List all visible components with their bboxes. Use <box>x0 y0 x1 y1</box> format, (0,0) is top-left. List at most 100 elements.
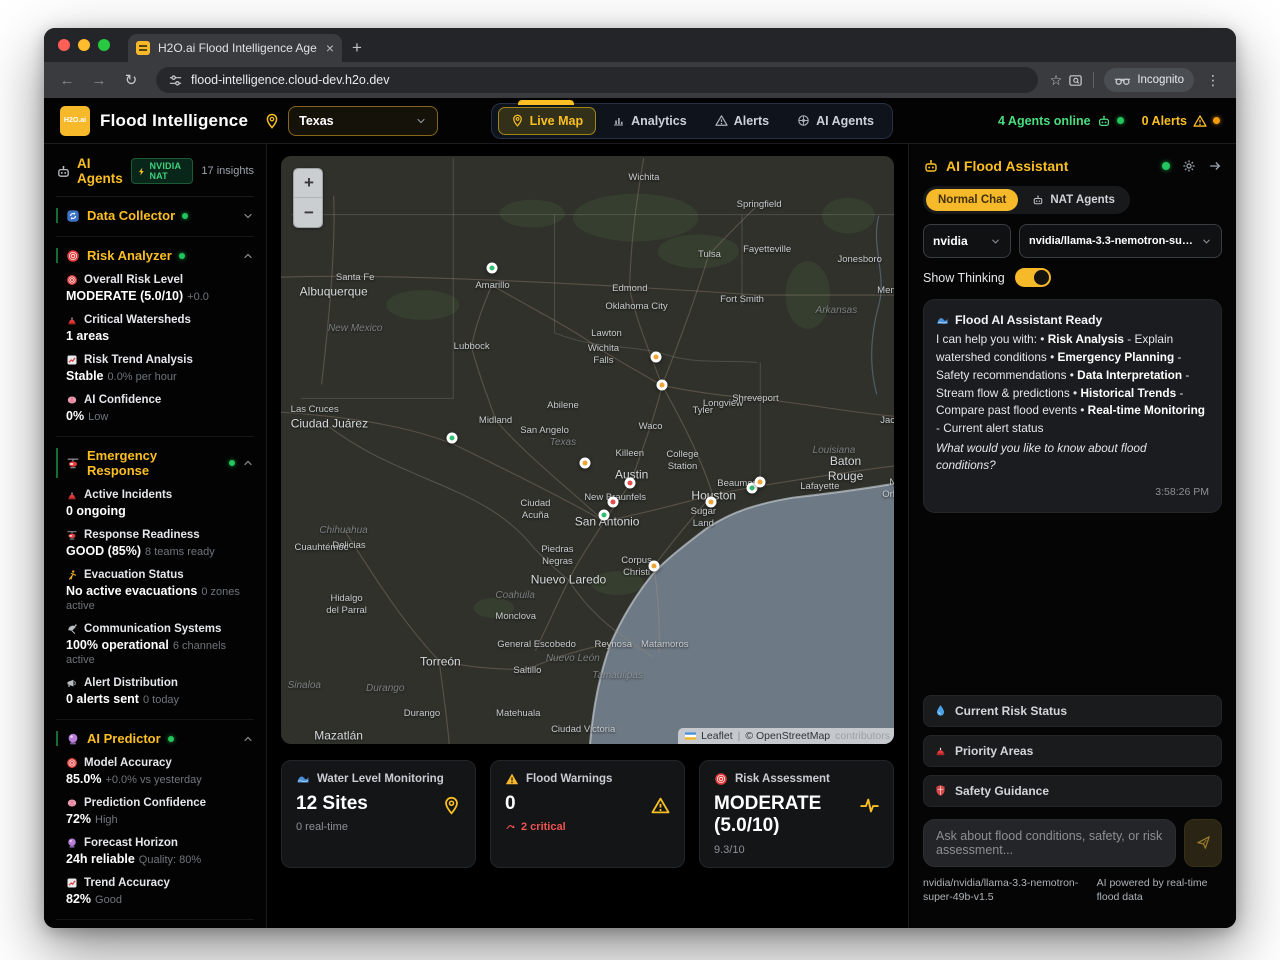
region-select[interactable]: Texas <box>288 106 438 136</box>
metric-value: 72% <box>66 812 91 826</box>
tab-close-icon[interactable]: × <box>326 41 334 55</box>
accordion-label: Current Risk Status <box>955 704 1067 718</box>
map-marker-orange[interactable] <box>648 561 659 572</box>
metric-label: Alert Distribution <box>84 677 178 689</box>
zoom-in-button[interactable]: + <box>294 169 323 198</box>
chevron-down-icon <box>990 236 1001 247</box>
agent-sections: Data CollectorRisk AnalyzerOverall Risk … <box>56 197 254 920</box>
agent-section-header[interactable]: Risk Analyzer <box>56 248 254 263</box>
show-thinking-row: Show Thinking <box>923 268 1222 287</box>
agent-section-header[interactable]: Data Collector <box>56 208 254 223</box>
agents-online-label: 4 Agents online <box>998 114 1091 128</box>
agent-metric: Model Accuracy85.0%+0.0% vs yesterday <box>66 757 254 786</box>
url-text: flood-intelligence.cloud-dev.h2o.dev <box>191 73 390 87</box>
metric-value: GOOD (85%) <box>66 544 141 558</box>
agent-section-ai-predictor: AI Predictor Model Accuracy85.0%+0.0% vs … <box>56 720 254 920</box>
chat-input[interactable] <box>923 819 1176 867</box>
metric-subtext: Quality: 80% <box>139 854 201 866</box>
chat-mode-tabs: Normal Chat NAT Agents <box>923 186 1130 214</box>
map-marker-green[interactable] <box>447 433 458 444</box>
agent-section-header[interactable]: AI Predictor <box>56 731 254 746</box>
metric-label: AI Confidence <box>84 394 161 406</box>
agent-metric: Response ReadinessGOOD (85%)8 teams read… <box>66 529 254 558</box>
new-tab-button[interactable]: + <box>352 38 362 58</box>
metric-subtext: +0.0 <box>187 291 209 303</box>
live-map[interactable]: WichitaSpringfieldTulsaFayettevilleJones… <box>281 156 894 744</box>
risk-assessment-card: Risk Assessment MODERATE (5.0/10) 9.3/10 <box>699 760 894 868</box>
search-tabs-icon[interactable] <box>1068 73 1083 88</box>
zoom-out-button[interactable]: − <box>294 198 323 227</box>
wave-icon <box>296 772 310 786</box>
trend-icon <box>505 821 517 833</box>
metric-value: 100% operational <box>66 638 169 652</box>
send-button[interactable] <box>1184 819 1222 867</box>
accordion-safety-guidance[interactable]: Safety Guidance <box>923 775 1222 807</box>
tab-ai-agents[interactable]: AI Agents <box>785 108 886 134</box>
reload-icon[interactable]: ↻ <box>118 71 144 89</box>
provider-value: nvidia <box>933 234 968 248</box>
accordion-label: Safety Guidance <box>955 784 1049 798</box>
provider-select[interactable]: nvidia <box>923 224 1011 258</box>
incognito-glasses-icon <box>1114 75 1131 86</box>
bar-chart-icon <box>612 114 625 127</box>
tab-nat-agents[interactable]: NAT Agents <box>1020 189 1127 211</box>
map-marker-orange[interactable] <box>656 380 667 391</box>
show-thinking-toggle[interactable] <box>1015 268 1051 287</box>
location-pin-icon <box>264 113 280 129</box>
accordion-current-risk-status[interactable]: Current Risk Status <box>923 695 1222 727</box>
map-marker-green[interactable] <box>487 263 498 274</box>
pulse-icon <box>860 796 879 815</box>
crystal-icon <box>66 837 78 849</box>
browser-tab[interactable]: H2O.ai Flood Intelligence Age × <box>128 34 342 62</box>
map-marker-red[interactable] <box>625 477 636 488</box>
bookmark-star-icon[interactable]: ☆ <box>1050 72 1063 89</box>
water-level-card: Water Level Monitoring 12 Sites 0 real-t… <box>281 760 476 868</box>
map-marker-orange[interactable] <box>705 496 716 507</box>
map-marker-red[interactable] <box>608 496 619 507</box>
tab-live-map[interactable]: Live Map <box>498 107 597 135</box>
tab-alerts[interactable]: Alerts <box>703 108 781 134</box>
chevron-down-icon <box>415 115 427 127</box>
tab-label: NAT Agents <box>1050 194 1115 206</box>
agent-online-dot <box>168 736 174 742</box>
model-select[interactable]: nvidia/llama-3.3-nemotron-super-49b-v1. <box>1019 224 1222 258</box>
map-marker-orange[interactable] <box>755 476 766 487</box>
agent-online-dot <box>179 253 185 259</box>
tab-normal-chat[interactable]: Normal Chat <box>926 189 1018 211</box>
agent-section-header[interactable]: Emergency Response <box>56 448 254 478</box>
chat-messages[interactable]: Flood AI Assistant Ready I can help you … <box>923 299 1222 687</box>
pin-icon <box>511 114 524 127</box>
agent-metric: Active Incidents0 ongoing <box>66 489 254 518</box>
nav-label: Analytics <box>631 114 687 128</box>
minimize-window-button[interactable] <box>78 39 90 51</box>
leaflet-link[interactable]: Leaflet <box>701 730 733 742</box>
tab-analytics[interactable]: Analytics <box>600 108 699 134</box>
header-status: 4 Agents online 0 Alerts <box>998 114 1220 128</box>
browser-window: H2O.ai Flood Intelligence Age × + ← → ↻ … <box>44 28 1236 928</box>
window-controls[interactable] <box>44 28 128 62</box>
message-title: Flood AI Assistant Ready <box>955 311 1102 329</box>
address-bar[interactable]: flood-intelligence.cloud-dev.h2o.dev <box>156 67 1038 93</box>
forward-icon[interactable]: → <box>86 72 112 89</box>
osm-link[interactable]: © OpenStreetMap <box>745 730 830 742</box>
target-icon <box>714 772 728 786</box>
metric-value: 82% <box>66 892 91 906</box>
zoom-window-button[interactable] <box>98 39 110 51</box>
gear-icon[interactable] <box>1182 159 1196 173</box>
close-window-button[interactable] <box>58 39 70 51</box>
agent-online-dot <box>229 460 235 466</box>
site-settings-icon[interactable] <box>168 73 183 88</box>
runner-icon <box>66 569 78 581</box>
back-icon[interactable]: ← <box>54 72 80 89</box>
accordion-priority-areas[interactable]: Priority Areas <box>923 735 1222 767</box>
target-icon <box>66 274 78 286</box>
robot-icon <box>1032 194 1044 206</box>
arrow-right-icon[interactable] <box>1208 159 1222 173</box>
map-marker-orange[interactable] <box>580 457 591 468</box>
tab-title: H2O.ai Flood Intelligence Age <box>158 41 318 55</box>
nvidia-nat-badge: NVIDIA NAT <box>131 158 193 184</box>
main-content: AI Agents NVIDIA NAT 17 insights Data Co… <box>44 144 1236 928</box>
map-marker-orange[interactable] <box>651 351 662 362</box>
map-marker-green[interactable] <box>599 509 610 520</box>
menu-dots-icon[interactable]: ⋮ <box>1200 72 1226 89</box>
